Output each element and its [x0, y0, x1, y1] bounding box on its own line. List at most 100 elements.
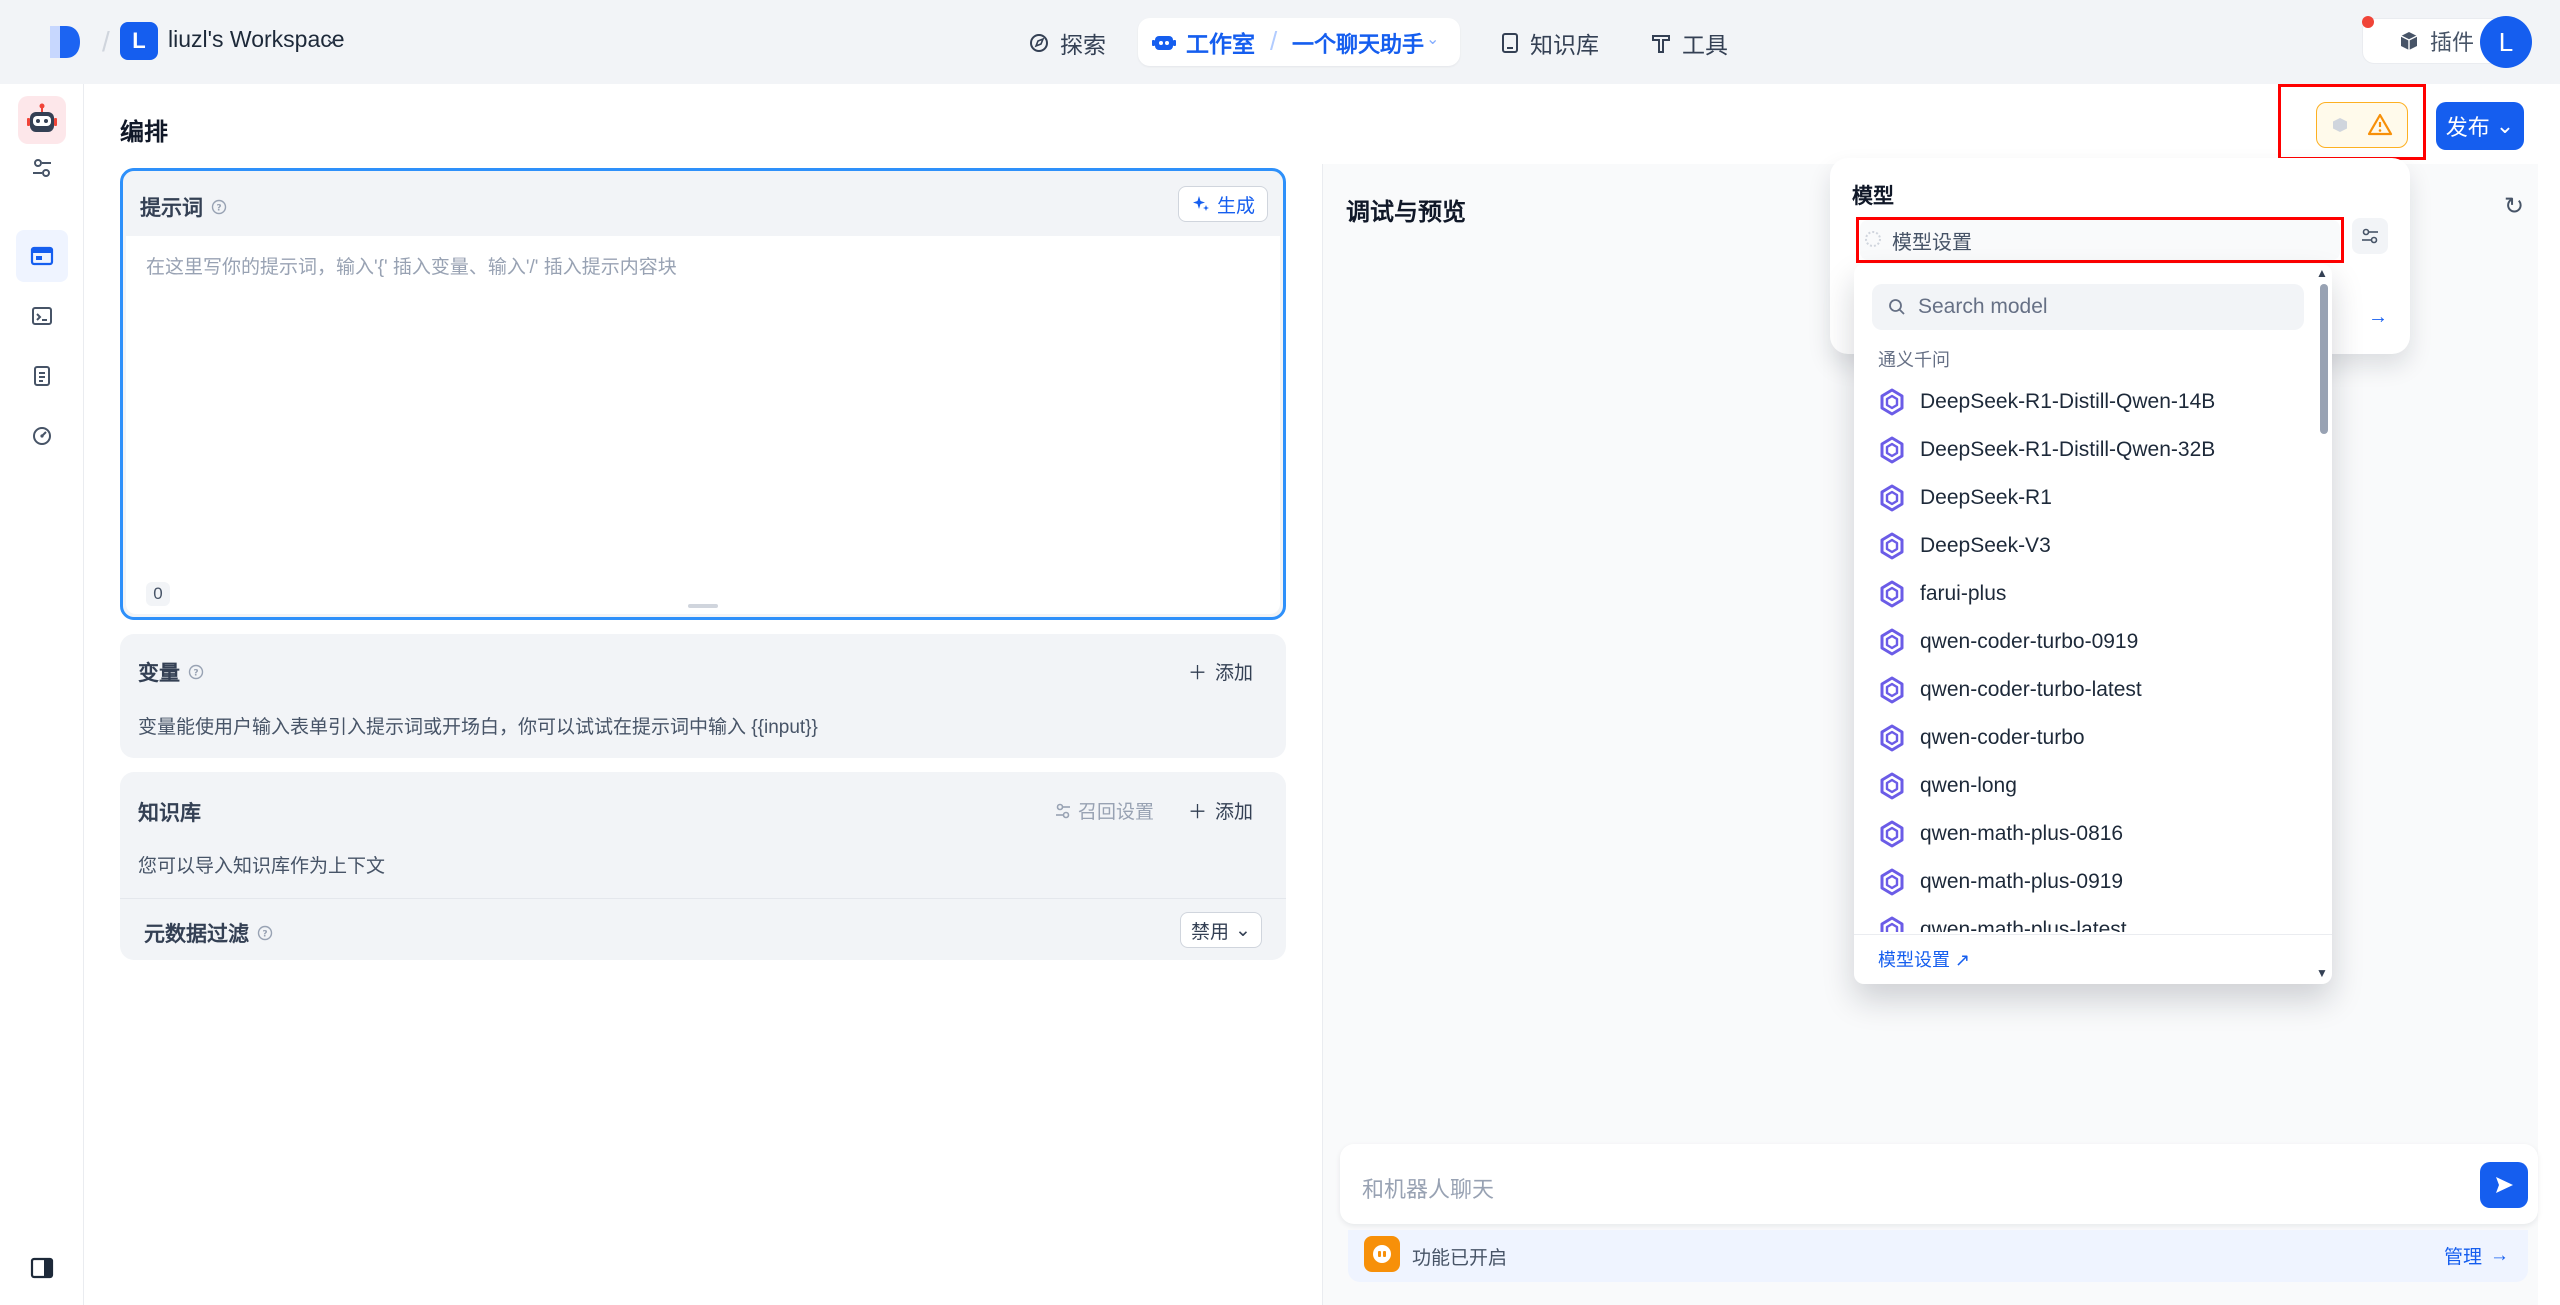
sliders-icon	[1056, 803, 1070, 818]
chat-input-placeholder: 和机器人聊天	[1362, 1177, 1495, 1202]
model-option-label: qwen-coder-turbo-latest	[1920, 678, 2142, 701]
publish-button[interactable]: 发布 ⌄	[2436, 102, 2524, 150]
prompt-placeholder: 在这里写你的提示词，输入'{' 插入变量、输入'/' 插入提示内容块	[146, 257, 677, 278]
model-option-label: DeepSeek-R1-Distill-Qwen-14B	[1920, 390, 2216, 413]
variables-header: 变量 ?	[138, 657, 204, 687]
scroll-up-arrow[interactable]: ▲	[2316, 266, 2328, 280]
qwen-icon	[1880, 868, 1904, 896]
dashboard-gauge-icon[interactable]	[24, 418, 60, 454]
model-params-button[interactable]	[2352, 218, 2388, 254]
cube-icon	[2400, 32, 2418, 50]
model-option-label: DeepSeek-R1-Distill-Qwen-32B	[1920, 438, 2216, 461]
workspace-badge[interactable]: L	[120, 22, 158, 60]
metadata-filter-header: 元数据过滤 ?	[144, 918, 273, 948]
scrollbar-thumb[interactable]	[2320, 284, 2328, 434]
recall-settings-label: 召回设置	[1078, 802, 1155, 823]
model-option-label: qwen-long	[1920, 774, 2017, 797]
chevron-down-icon: ⌄	[1235, 919, 1251, 941]
metadata-filter-select[interactable]: 禁用 ⌄	[1180, 912, 1262, 948]
model-option-label: qwen-math-plus-0919	[1920, 870, 2124, 893]
model-settings-link[interactable]: 模型设置 ↗	[1878, 946, 1970, 972]
help-icon[interactable]: ?	[211, 199, 227, 215]
qwen-icon	[1880, 916, 1904, 932]
generate-label: 生成	[1216, 195, 1255, 217]
robot-icon	[1152, 36, 1176, 50]
send-button[interactable]	[2480, 1162, 2528, 1208]
model-search[interactable]	[1872, 284, 2304, 330]
user-avatar[interactable]: L	[2480, 16, 2532, 68]
terminal-icon[interactable]	[24, 298, 60, 334]
variables-label: 变量	[138, 662, 180, 685]
resize-handle[interactable]	[688, 604, 718, 608]
sidebar-toggle-icon[interactable]	[24, 1250, 60, 1286]
model-option[interactable]: qwen-coder-turbo	[1872, 714, 2312, 762]
model-option[interactable]: qwen-long	[1872, 762, 2312, 810]
logs-icon[interactable]	[24, 358, 60, 394]
refresh-icon[interactable]: ↻	[2504, 192, 2524, 221]
model-option-label: qwen-coder-turbo-0919	[1920, 630, 2139, 653]
app-avatar[interactable]	[18, 96, 66, 144]
highlight-box	[2278, 84, 2426, 160]
qwen-icon	[1880, 388, 1904, 416]
help-icon[interactable]: ?	[188, 664, 204, 680]
nav-tools[interactable]: 工具	[1640, 22, 1738, 64]
recall-settings-button[interactable]: 召回设置	[1054, 797, 1154, 824]
model-option[interactable]: DeepSeek-R1	[1872, 474, 2312, 522]
compass-icon	[1030, 34, 1048, 52]
arrow-right-icon: →	[2490, 1244, 2510, 1266]
nav-current-app[interactable]: 一个聊天助手	[1292, 27, 1424, 59]
orchestrate-icon[interactable]	[16, 230, 68, 282]
model-label: 模型	[1852, 185, 1894, 208]
generate-prompt-button[interactable]: 生成	[1178, 186, 1268, 222]
prompt-char-count: 0	[146, 582, 170, 606]
manage-link[interactable]: 管理 →	[2444, 1242, 2509, 1269]
sliders-icon	[2362, 228, 2378, 244]
qwen-icon	[1880, 772, 1904, 800]
qwen-icon	[1880, 484, 1904, 512]
workspace-name[interactable]: liuzl's Workspace	[168, 26, 345, 53]
app-logo[interactable]	[48, 24, 82, 60]
nav-separator: /	[1270, 26, 1278, 56]
add-knowledge-button[interactable]: ＋ 添加	[1188, 797, 1253, 824]
divider	[1854, 934, 2332, 935]
model-option[interactable]: DeepSeek-V3	[1872, 522, 2312, 570]
highlight-box	[1856, 217, 2344, 263]
variables-card	[120, 634, 1286, 758]
qwen-icon	[1880, 820, 1904, 848]
nav-knowledge[interactable]: 知识库	[1490, 22, 1609, 64]
chevron-down-icon[interactable]: ⌄	[1426, 29, 1439, 49]
sliders-icon[interactable]	[24, 150, 60, 186]
plus-icon: ＋	[1188, 663, 1208, 684]
divider	[120, 898, 1286, 899]
model-option[interactable]: DeepSeek-R1-Distill-Qwen-14B	[1872, 378, 2312, 426]
model-option[interactable]: qwen-math-plus-0816	[1872, 810, 2312, 858]
chat-input-box[interactable]	[1340, 1144, 2538, 1224]
robot-icon	[27, 103, 57, 132]
model-option[interactable]: qwen-coder-turbo-0919	[1872, 618, 2312, 666]
help-icon[interactable]: ?	[257, 925, 273, 941]
arrow-right-icon[interactable]: →	[2368, 306, 2388, 329]
chevron-down-icon[interactable]: ⌄	[324, 28, 339, 49]
model-option[interactable]: farui-plus	[1872, 570, 2312, 618]
search-model-input[interactable]	[1918, 295, 2278, 319]
model-option[interactable]: qwen-math-plus-0919	[1872, 858, 2312, 906]
add-variable-button[interactable]: ＋ 添加	[1188, 658, 1253, 685]
add-knowledge-label: 添加	[1215, 802, 1254, 823]
notification-dot	[2362, 16, 2374, 28]
model-option-label: qwen-math-plus-latest	[1920, 918, 2127, 932]
scroll-down-arrow[interactable]: ▼	[2316, 966, 2328, 980]
model-option[interactable]: qwen-math-plus-latest	[1872, 906, 2312, 932]
debug-title: 调试与预览	[1346, 199, 1466, 226]
nav-knowledge-label: 知识库	[1530, 32, 1599, 58]
nav-studio[interactable]: 工作室	[1152, 25, 1255, 59]
model-option-label: qwen-math-plus-0816	[1920, 822, 2124, 845]
model-option-label: farui-plus	[1920, 582, 2007, 605]
qwen-icon	[1880, 436, 1904, 464]
model-option[interactable]: qwen-coder-turbo-latest	[1872, 666, 2312, 714]
model-option[interactable]: DeepSeek-R1-Distill-Qwen-32B	[1872, 426, 2312, 474]
metadata-filter-value: 禁用	[1191, 921, 1230, 943]
prompt-editor[interactable]	[126, 236, 1280, 614]
manage-label: 管理	[2444, 1247, 2483, 1268]
nav-explore[interactable]: 探索	[1018, 22, 1116, 64]
plus-icon: ＋	[1188, 802, 1208, 823]
